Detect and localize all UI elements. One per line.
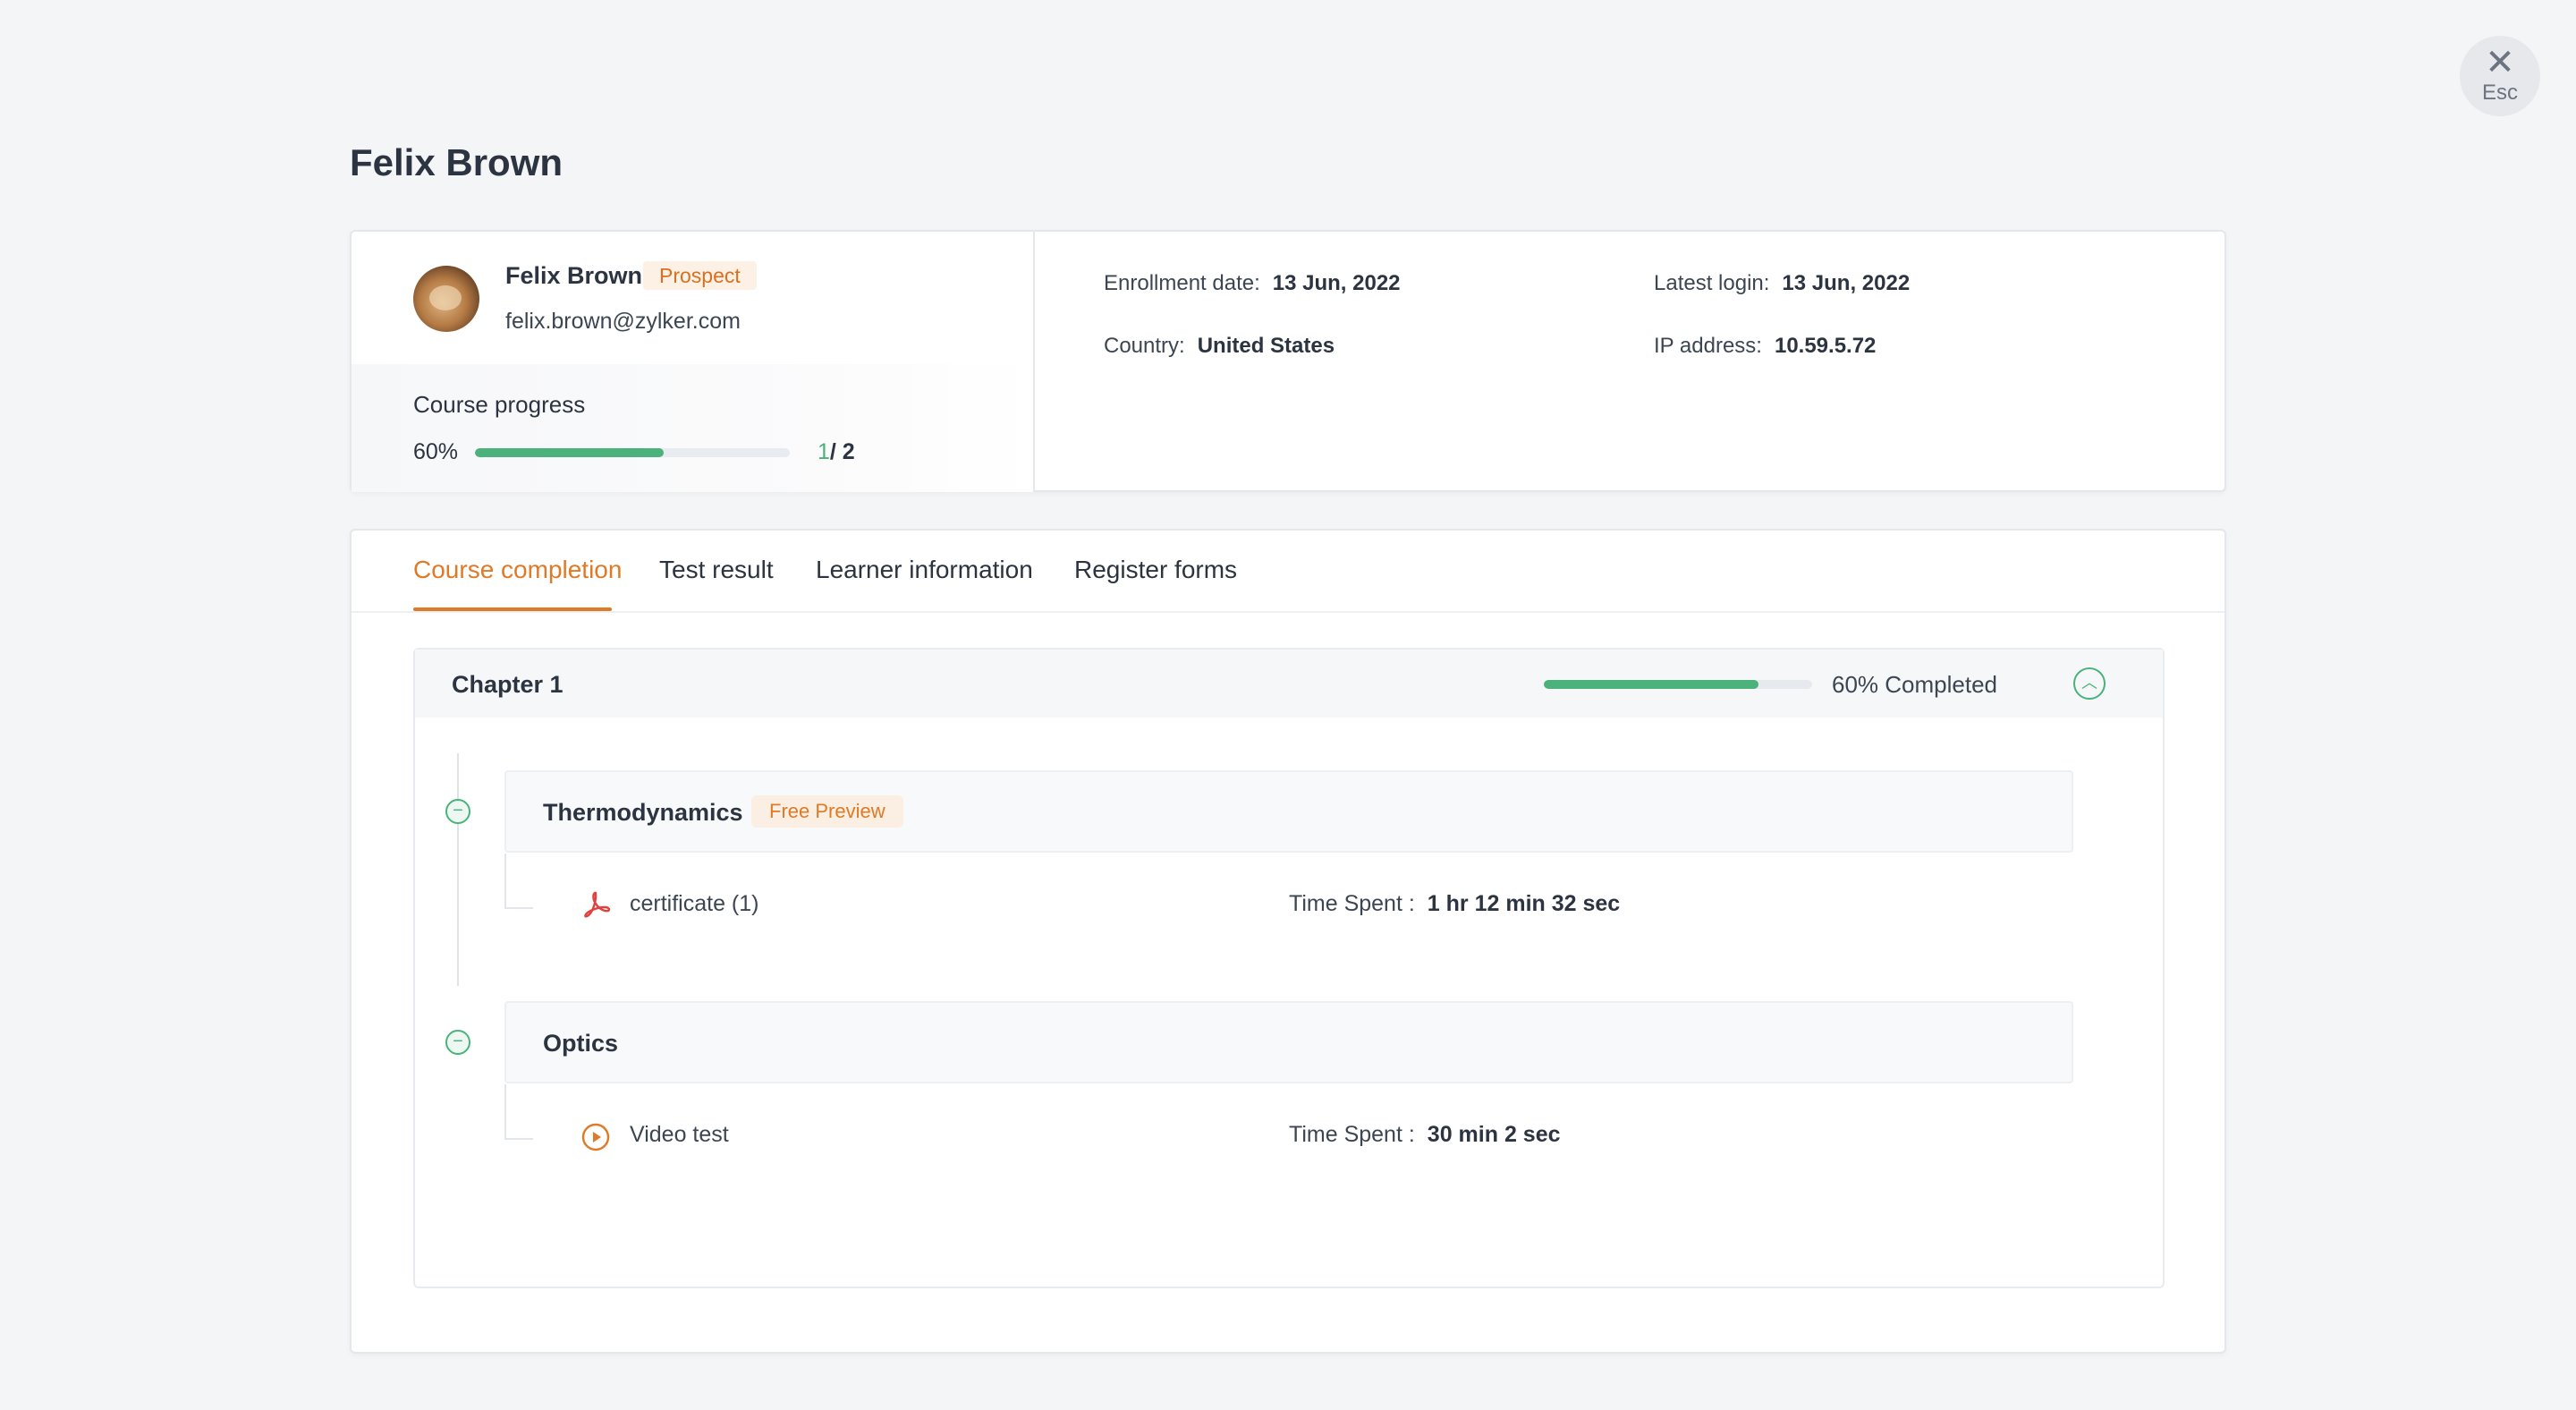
tab-register-forms[interactable]: Register forms [1074, 556, 1237, 584]
course-progress-fill [475, 448, 665, 457]
country-value: United States [1197, 334, 1335, 358]
latest-login-value: 13 Jun, 2022 [1782, 271, 1911, 295]
learner-profile-card: Felix Brown Prospect felix.brown@zylker.… [350, 230, 2226, 492]
course-progress-bar [475, 448, 790, 457]
lessons-completed: 1 [818, 439, 830, 464]
country-label: Country: [1104, 334, 1185, 358]
chevron-up-icon[interactable]: ︿ [2073, 667, 2106, 700]
ip-address-label: IP address: [1654, 334, 1762, 358]
ip-address: IP address: 10.59.5.72 [1654, 334, 1876, 359]
time-spent-label: Time Spent : [1289, 891, 1415, 916]
enrollment-date-label: Enrollment date: [1104, 271, 1260, 295]
ip-address-value: 10.59.5.72 [1774, 334, 1877, 358]
lesson-title: Thermodynamics [543, 799, 743, 826]
latest-login-label: Latest login: [1654, 271, 1770, 295]
time-spent: Time Spent : 1 hr 12 min 32 sec [1289, 891, 1620, 917]
chapter-progress-fill [1544, 680, 1758, 689]
time-spent-label: Time Spent : [1289, 1122, 1415, 1147]
chapter-completed-label: 60% Completed [1832, 671, 1997, 698]
lesson-item-name[interactable]: certificate (1) [630, 891, 758, 917]
pdf-icon [584, 891, 611, 918]
chapter-panel: Chapter 1 60% Completed ︿ − Thermodynami… [413, 648, 2165, 1288]
lesson-title: Optics [543, 1030, 619, 1057]
play-icon [581, 1123, 610, 1151]
collapse-lesson-icon[interactable]: − [445, 1030, 470, 1055]
free-preview-badge: Free Preview [751, 795, 903, 828]
lesson-header[interactable]: Optics [504, 1001, 2073, 1083]
enrollment-details: Enrollment date: 13 Jun, 2022 Latest logi… [1035, 232, 2224, 490]
enrollment-date-value: 13 Jun, 2022 [1272, 271, 1401, 295]
time-spent-value: 1 hr 12 min 32 sec [1427, 891, 1621, 916]
tab-bar: Course completion Test result Learner in… [352, 531, 2224, 613]
latest-login: Latest login: 13 Jun, 2022 [1654, 271, 1910, 296]
course-details-card: Course completion Test result Learner in… [350, 529, 2226, 1354]
course-progress-percent: 60% [413, 439, 459, 464]
item-connector [504, 1084, 533, 1140]
lessons-total: / 2 [829, 439, 855, 464]
timeline-line [457, 753, 459, 986]
chapter-title: Chapter 1 [452, 671, 564, 698]
enrollment-date: Enrollment date: 13 Jun, 2022 [1104, 271, 1401, 296]
learner-summary: Felix Brown Prospect felix.brown@zylker.… [352, 232, 1035, 492]
chapter-progress-bar [1544, 680, 1812, 689]
esc-close-button[interactable]: ✕ Esc [2460, 36, 2540, 116]
learner-email: felix.brown@zylker.com [505, 309, 741, 334]
tab-test-result[interactable]: Test result [659, 556, 774, 584]
lesson-header[interactable]: Thermodynamics Free Preview [504, 770, 2073, 853]
chapter-header[interactable]: Chapter 1 60% Completed ︿ [415, 650, 2163, 718]
collapse-lesson-icon[interactable]: − [445, 799, 470, 824]
lesson-item-name[interactable]: Video test [630, 1122, 729, 1148]
status-badge: Prospect [643, 261, 757, 290]
tab-course-completion[interactable]: Course completion [413, 556, 622, 584]
page-title: Felix Brown [350, 141, 564, 183]
lesson-count: 1/ 2 [818, 439, 855, 465]
esc-label: Esc [2481, 81, 2518, 105]
country: Country: United States [1104, 334, 1335, 359]
time-spent: Time Spent : 30 min 2 sec [1289, 1122, 1561, 1148]
active-tab-indicator [413, 607, 612, 611]
close-icon: ✕ [2485, 43, 2515, 82]
item-connector [504, 854, 533, 909]
tab-learner-information[interactable]: Learner information [816, 556, 1033, 584]
time-spent-value: 30 min 2 sec [1427, 1122, 1561, 1147]
course-progress-label: Course progress [413, 391, 586, 418]
avatar [413, 266, 479, 332]
learner-name: Felix Brown [505, 262, 643, 289]
course-progress-section: Course progress 60% 1/ 2 [352, 364, 1033, 492]
